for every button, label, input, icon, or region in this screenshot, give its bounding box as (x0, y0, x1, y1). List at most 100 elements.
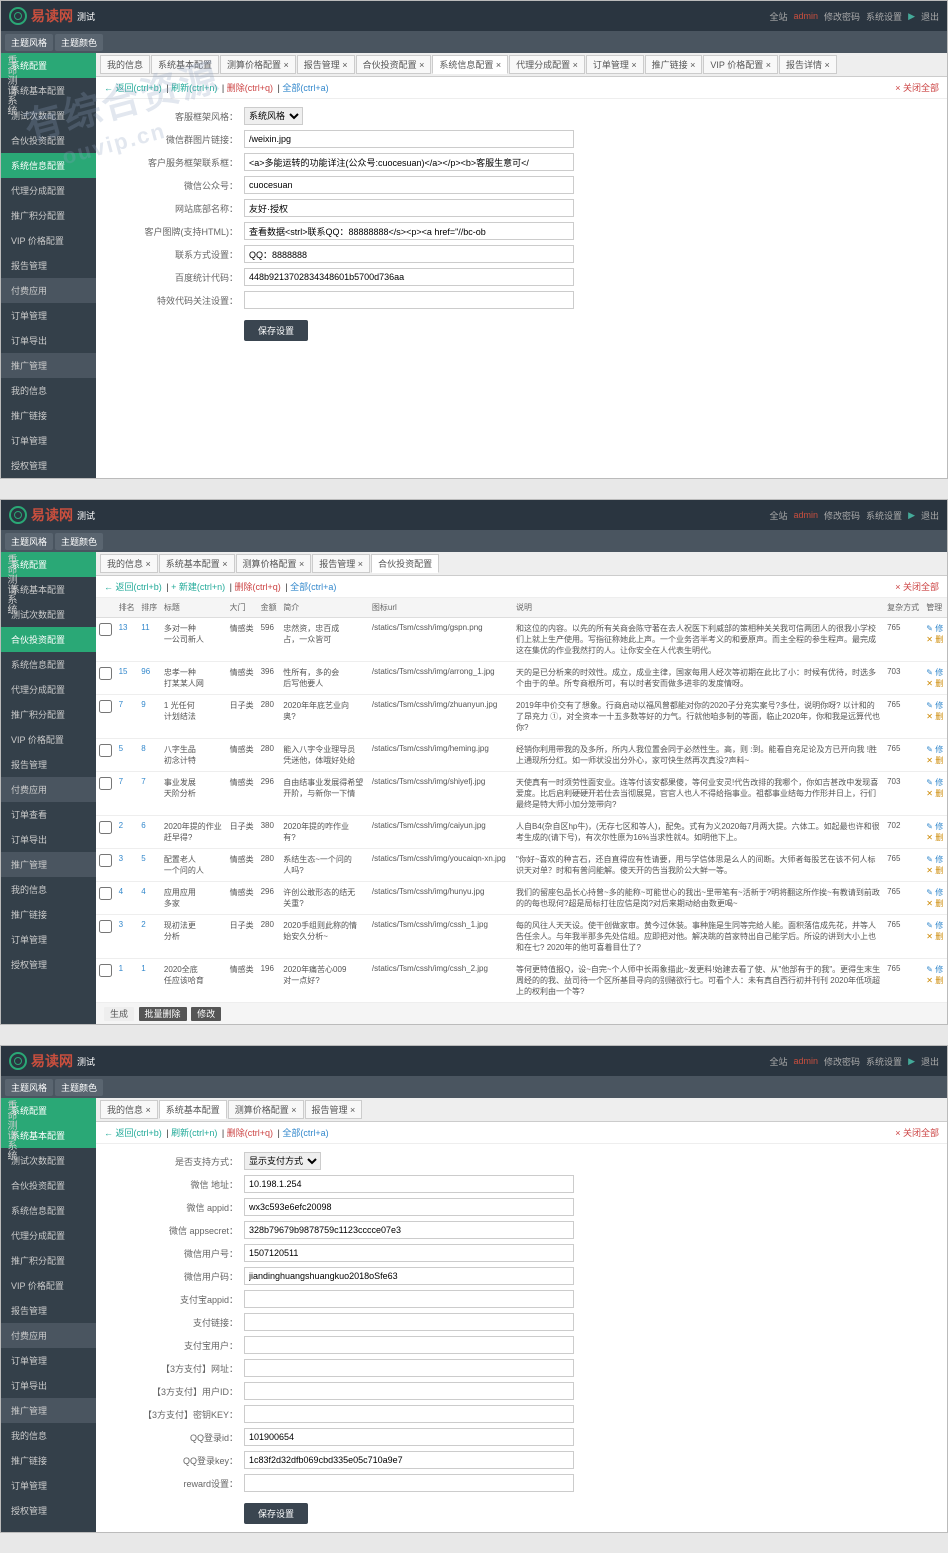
save-button[interactable]: 保存设置 (244, 320, 308, 341)
form-input[interactable] (244, 1382, 574, 1400)
exit-link[interactable]: 退出 (921, 509, 939, 522)
row-checkbox[interactable] (99, 854, 112, 867)
nav-tab[interactable]: 系统基本配置 × (159, 554, 235, 573)
sidebar-item[interactable]: 我的信息 (1, 378, 96, 403)
sidebar-item[interactable]: 系统信息配置 (1, 1198, 96, 1223)
del-icon[interactable]: ✕ 删 (926, 899, 943, 908)
close-all-btn[interactable]: × 关闭全部 (895, 81, 939, 94)
sidebar-item[interactable]: 推广积分配置 (1, 702, 96, 727)
form-input[interactable] (244, 1267, 574, 1285)
row-checkbox[interactable] (99, 667, 112, 680)
edit-icon[interactable]: ✎ 修 (926, 921, 943, 930)
sidebar-item[interactable]: 订单管理 (1, 927, 96, 952)
form-input[interactable] (244, 1198, 574, 1216)
sidebar-item[interactable]: 代理分成配置 (1, 178, 96, 203)
sidebar-item[interactable]: VIP 价格配置 (1, 1273, 96, 1298)
del-icon[interactable]: ✕ 删 (926, 635, 943, 644)
form-input[interactable] (244, 1313, 574, 1331)
nav-tab[interactable]: 报告详情 × (779, 55, 837, 74)
sidebar-item[interactable]: 授权管理 (1, 1498, 96, 1523)
sidebar-item[interactable]: 订单导出 (1, 827, 96, 852)
edit-icon[interactable]: ✎ 修 (926, 965, 943, 974)
sidebar-item[interactable]: 推广积分配置 (1, 203, 96, 228)
foot-gen[interactable]: 生成 (104, 1007, 134, 1021)
nav-tab[interactable]: VIP 价格配置 × (703, 55, 778, 74)
all-btn[interactable]: 全部(ctrl+a) (282, 1128, 328, 1138)
nav-tab[interactable]: 测算价格配置 × (236, 554, 312, 573)
sidebar-item[interactable]: 推广管理 (1, 852, 96, 877)
form-input[interactable] (244, 222, 574, 240)
theme-style-btn[interactable]: 主题风格 (5, 1079, 53, 1096)
sidebar-item[interactable]: 订单管理 (1, 428, 96, 453)
row-checkbox[interactable] (99, 777, 112, 790)
nav-tab[interactable]: 订单管理 × (586, 55, 644, 74)
form-input[interactable]: 系统风格 (244, 107, 303, 125)
form-input[interactable] (244, 1474, 574, 1492)
theme-color-btn[interactable]: 主题颜色 (55, 533, 103, 550)
edit-icon[interactable]: ✎ 修 (926, 624, 943, 633)
form-input[interactable] (244, 130, 574, 148)
sidebar-item[interactable]: 报告管理 (1, 752, 96, 777)
nav-tab[interactable]: 我的信息 × (100, 1100, 158, 1119)
sidebar-item[interactable]: 合伙投资配置 (1, 128, 96, 153)
edit-icon[interactable]: ✎ 修 (926, 822, 943, 831)
row-checkbox[interactable] (99, 744, 112, 757)
nav-tab[interactable]: 合伙投资配置 × (356, 55, 432, 74)
sidebar-item[interactable]: 代理分成配置 (1, 1223, 96, 1248)
sidebar-item[interactable]: 报告管理 (1, 253, 96, 278)
close-all-btn[interactable]: × 关闭全部 (895, 1126, 939, 1139)
form-input[interactable] (244, 1359, 574, 1377)
sidebar-item[interactable]: 付费应用 (1, 278, 96, 303)
sidebar-item[interactable]: 我的信息 (1, 1423, 96, 1448)
back-btn[interactable]: ← 返回(ctrl+b) (104, 1128, 162, 1138)
sidebar-item[interactable]: 订单查看 (1, 802, 96, 827)
sidebar-item[interactable]: 我的信息 (1, 877, 96, 902)
refresh-btn[interactable]: 刷新(ctrl+n) (171, 83, 217, 93)
sidebar-item[interactable]: 订单导出 (1, 1373, 96, 1398)
del-icon[interactable]: ✕ 删 (926, 679, 943, 688)
foot-del[interactable]: 批量删除 (139, 1007, 187, 1021)
back-btn[interactable]: ← 返回(ctrl+b) (104, 582, 162, 592)
all-btn[interactable]: 全部(ctrl+a) (282, 83, 328, 93)
sidebar-item[interactable]: 订单管理 (1, 1473, 96, 1498)
sidebar-item[interactable]: 系统信息配置 (1, 153, 96, 178)
del-icon[interactable]: ✕ 删 (926, 712, 943, 721)
new-btn[interactable]: + 新建(ctrl+n) (171, 582, 225, 592)
sidebar-item[interactable]: 订单管理 (1, 303, 96, 328)
row-checkbox[interactable] (99, 821, 112, 834)
sidebar-item[interactable]: VIP 价格配置 (1, 228, 96, 253)
all-btn[interactable]: 全部(ctrl+a) (290, 582, 336, 592)
sidebar-item[interactable]: 订单管理 (1, 1348, 96, 1373)
del-icon[interactable]: ✕ 删 (926, 932, 943, 941)
del-icon[interactable]: ✕ 删 (926, 866, 943, 875)
delete-btn[interactable]: 删除(ctrl+q) (234, 582, 280, 592)
del-icon[interactable]: ✕ 删 (926, 756, 943, 765)
form-input[interactable] (244, 1290, 574, 1308)
form-input[interactable] (244, 1451, 574, 1469)
theme-color-btn[interactable]: 主题颜色 (55, 1079, 103, 1096)
delete-btn[interactable]: 删除(ctrl+q) (227, 1128, 273, 1138)
sidebar-item[interactable]: 系统信息配置 (1, 652, 96, 677)
sidebar-item[interactable]: 推广链接 (1, 403, 96, 428)
del-icon[interactable]: ✕ 删 (926, 833, 943, 842)
row-checkbox[interactable] (99, 887, 112, 900)
edit-icon[interactable]: ✎ 修 (926, 701, 943, 710)
admin-name[interactable]: admin (794, 510, 819, 520)
nav-tab[interactable]: 测算价格配置 × (220, 55, 296, 74)
form-input[interactable] (244, 291, 574, 309)
nav-tab[interactable]: 系统基本配置 (159, 1100, 227, 1119)
form-input[interactable] (244, 1221, 574, 1239)
nav-tab[interactable]: 我的信息 (100, 55, 150, 74)
exit-link[interactable]: 退出 (921, 10, 939, 23)
close-all-btn[interactable]: × 关闭全部 (895, 580, 939, 593)
sidebar-item[interactable]: 合伙投资配置 (1, 627, 96, 652)
sidebar-item[interactable]: 授权管理 (1, 453, 96, 478)
refresh-btn[interactable]: 刷新(ctrl+n) (171, 1128, 217, 1138)
sidebar-item[interactable]: 推广链接 (1, 1448, 96, 1473)
form-input[interactable] (244, 1428, 574, 1446)
nav-tab[interactable]: 报告管理 × (312, 554, 370, 573)
form-input[interactable] (244, 1336, 574, 1354)
change-pwd-link[interactable]: 修改密码 (824, 1055, 860, 1068)
form-input[interactable] (244, 1244, 574, 1262)
sidebar-item[interactable]: 付费应用 (1, 777, 96, 802)
